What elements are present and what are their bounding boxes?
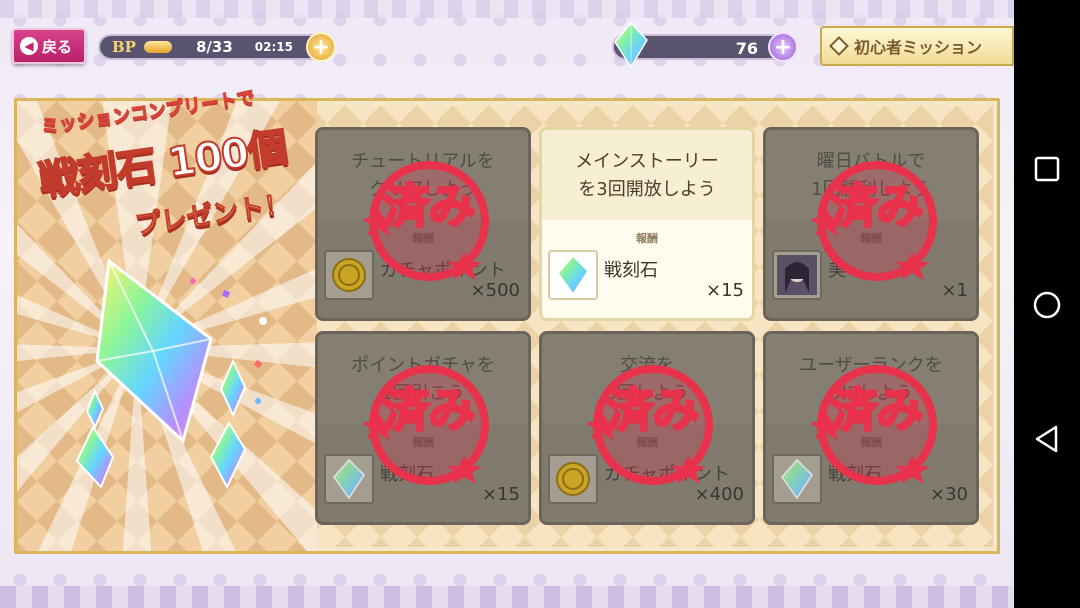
svg-text:済み: 済み [383,179,475,233]
mission-card[interactable]: ユーザーランクを 5にしよう 報酬 戦刻石 ×30 済み [763,331,979,525]
bp-timer: 02:15 [254,40,293,54]
crystal-icon [548,250,598,300]
top-hud: ◀ 戻る BP 8/33 02:15 + 76 + 初心者ミッション [0,0,1014,70]
circle-nav-icon[interactable] [1032,290,1062,320]
svg-text:済み: 済み [831,383,923,437]
mission-panel: ミッションコンプリートで 戦刻石 100個 プレゼント！ チュートリアルを クリ… [14,87,1000,554]
mission-card[interactable]: 曜日バトルで 1回勝利しよう 報酬 美 ×1 済み [763,127,979,321]
reward-qty: ×15 [706,280,744,301]
bp-label: BP [112,38,136,56]
mission-card[interactable]: ポイントガチャを 1回引こう 報酬 戦刻石 ×15 済み [315,331,531,525]
back-button[interactable]: ◀ 戻る [12,28,86,64]
stone-count: 76 [735,39,758,58]
back-button-label: 戻る [42,37,73,56]
mission-card[interactable]: メインストーリー を3回開放しよう 報酬 戦刻石 ×15 [539,127,755,321]
bp-plus-button[interactable]: + [306,32,336,62]
mission-title: メインストーリー を3回開放しよう [575,151,719,200]
crystal-illustration [75,258,267,490]
plus-icon: + [311,34,331,60]
completed-stamp: 済み [812,365,937,485]
android-navigation-bar [1014,0,1080,608]
background-bottom-border [0,586,1014,608]
svg-text:済み: 済み [383,383,475,437]
completed-stamp: 済み [364,365,489,485]
completed-stamp: 済み [364,161,489,281]
stone-plus-button[interactable]: + [768,32,798,62]
triangle-nav-icon[interactable] [1032,424,1062,454]
back-arrow-icon: ◀ [20,37,38,55]
reward-qty: ×1 [941,280,968,301]
bp-bar: BP 8/33 02:15 [98,34,330,60]
reward-label: 報酬 [636,232,658,245]
mission-card[interactable]: 交流を 3回しよう 報酬 ガチャポイント ×400 済み [539,331,755,525]
mission-card[interactable]: チュートリアルを クリアしよう 報酬 ガチャポイント ×500 済み [315,127,531,321]
promo-line3: プレゼント！ [133,189,293,241]
crystal-icon [614,22,648,68]
completed-stamp: 済み [588,365,713,485]
bp-gauge [143,41,172,53]
diamond-icon [829,36,849,56]
svg-text:済み: 済み [607,383,699,437]
beginner-mission-tab[interactable]: 初心者ミッション [820,26,1014,66]
svg-text:済み: 済み [831,179,923,233]
square-nav-icon[interactable] [1032,154,1062,184]
bp-value: 8/33 [195,38,233,56]
plus-icon: + [773,34,793,60]
beginner-mission-label: 初心者ミッション [854,38,983,57]
completed-stamp: 済み [812,161,937,281]
promo-area: ミッションコンプリートで 戦刻石 100個 プレゼント！ [17,87,317,551]
reward-item: 戦刻石 [604,260,658,281]
